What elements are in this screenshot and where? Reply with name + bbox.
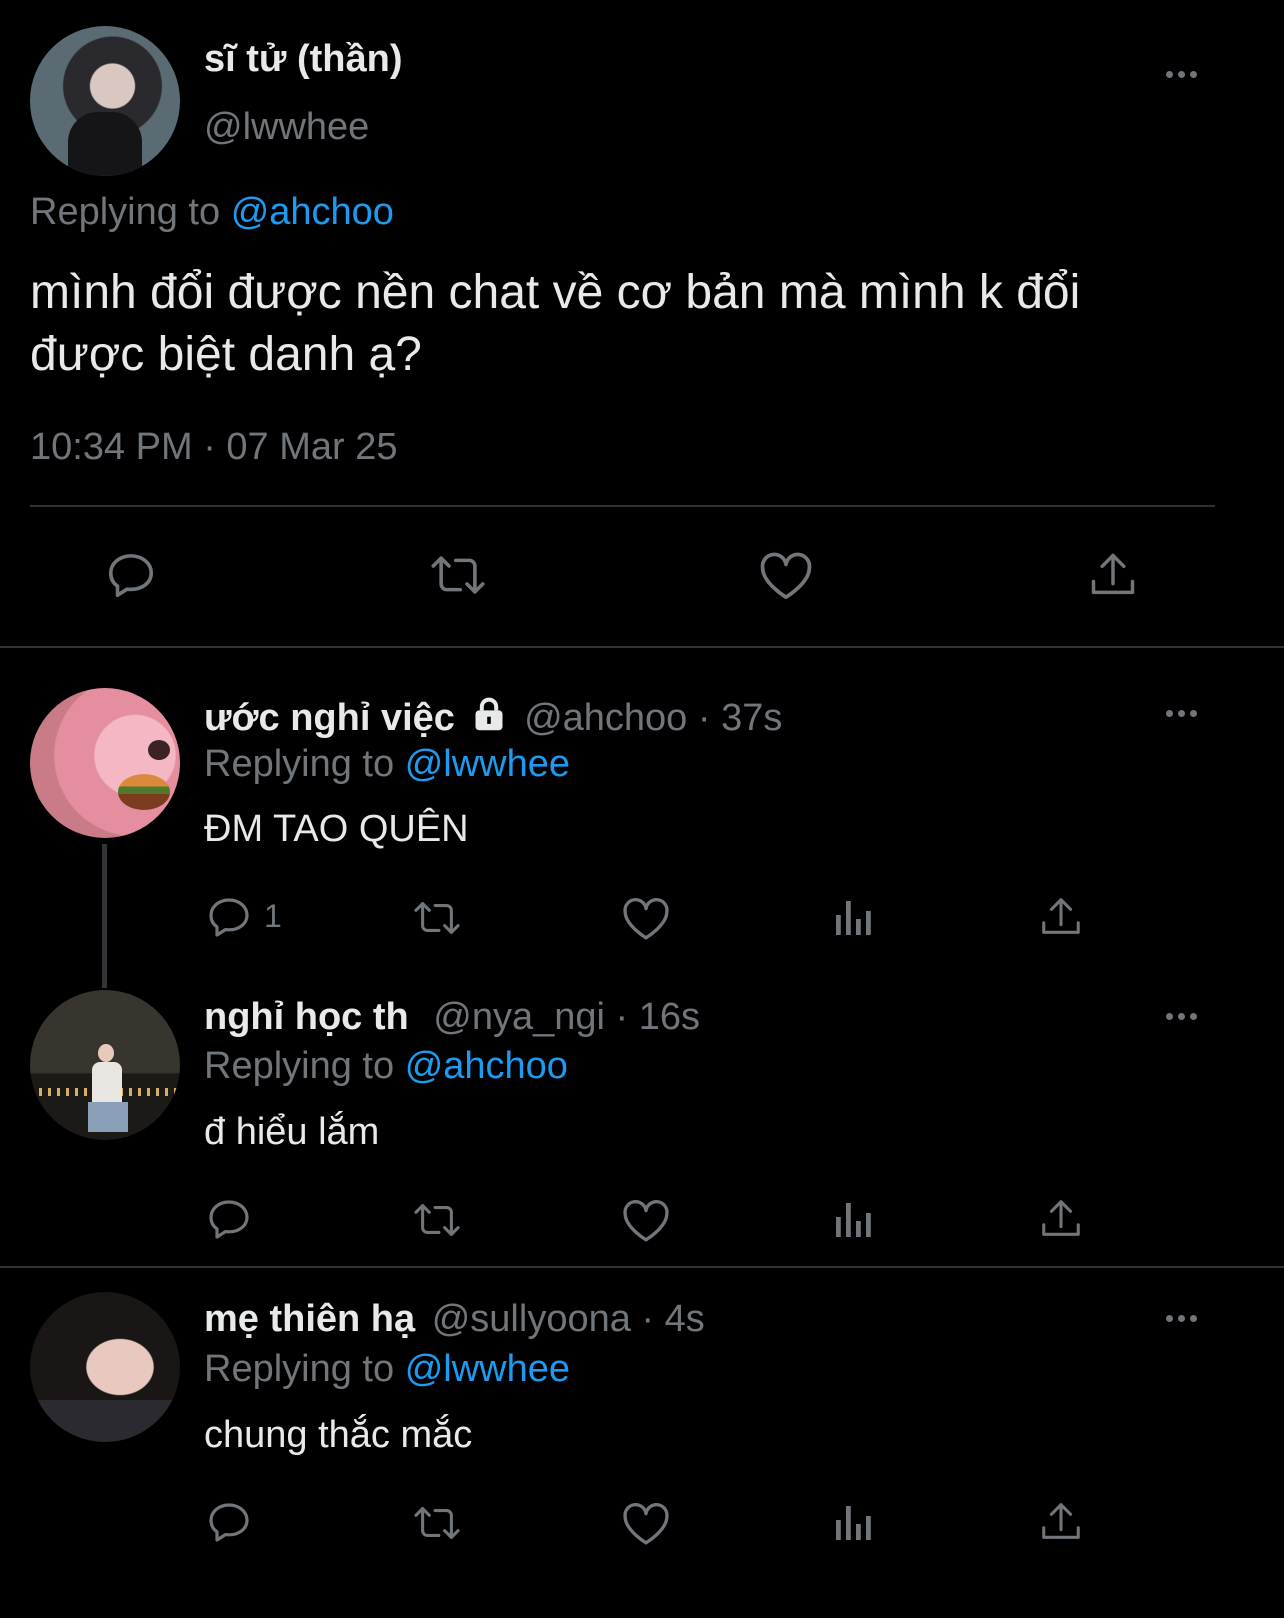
separator: · [697, 697, 711, 739]
separator: · [641, 1298, 655, 1340]
section-divider [0, 646, 1284, 648]
avatar[interactable] [30, 990, 180, 1140]
replying-label: Replying to [204, 1045, 395, 1087]
handle[interactable]: @sullyoona [432, 1298, 631, 1340]
replying-to-line: Replying to @lwwhee [204, 743, 570, 786]
replying-to-line: Replying to @ahchoo [204, 1045, 568, 1088]
share-icon[interactable] [1087, 548, 1139, 602]
reply-text: chung thắc mắc [204, 1414, 473, 1456]
reply-icon[interactable] [205, 1498, 253, 1546]
replying-to-link[interactable]: @ahchoo [231, 191, 394, 233]
time[interactable]: 16s [639, 996, 700, 1038]
retweet-icon[interactable] [410, 895, 464, 941]
reply-text: đ hiểu lắm [204, 1111, 380, 1153]
more-icon[interactable] [1166, 1315, 1197, 1322]
reply-text: ĐM TAO QUÊN [204, 808, 469, 850]
avatar[interactable] [30, 688, 180, 838]
thread-line [102, 844, 107, 988]
time[interactable]: 37s [721, 697, 782, 739]
retweet-icon[interactable] [410, 1500, 464, 1546]
replying-to-line: Replying to @ahchoo [30, 191, 394, 234]
handle[interactable]: @ahchoo [524, 697, 687, 739]
display-name[interactable]: mẹ thiên hạ [204, 1298, 415, 1340]
reply-icon[interactable] [205, 1195, 253, 1243]
tweet-text: mình đổi được nền chat về cơ bản mà mình… [30, 262, 1080, 386]
time[interactable]: 4s [665, 1298, 705, 1340]
like-icon[interactable] [621, 1197, 671, 1243]
share-icon[interactable] [1038, 1498, 1084, 1546]
reply-header: ước nghỉ việc @ahchoo · 37s [204, 696, 782, 742]
views-icon[interactable] [832, 1197, 876, 1241]
replying-to-link[interactable]: @lwwhee [405, 1348, 570, 1390]
like-icon[interactable] [621, 895, 671, 941]
views-icon[interactable] [832, 895, 876, 939]
display-name[interactable]: nghỉ học th [204, 996, 409, 1038]
handle[interactable]: @lwwhee [204, 106, 369, 149]
reply-icon[interactable] [104, 548, 158, 602]
display-name[interactable]: sĩ tử (thần) [204, 38, 403, 81]
timestamp[interactable]: 10:34 PM · 07 Mar 25 [30, 426, 398, 469]
like-icon[interactable] [621, 1500, 671, 1546]
divider [30, 505, 1215, 507]
replying-to-line: Replying to @lwwhee [204, 1348, 570, 1391]
handle[interactable]: @nya_ngi [433, 996, 605, 1038]
retweet-icon[interactable] [410, 1197, 464, 1243]
replying-label: Replying to [204, 1348, 395, 1390]
reply-icon[interactable] [205, 893, 253, 941]
tweet-text-line: được biệt danh ạ? [30, 328, 422, 381]
more-icon[interactable] [1166, 1013, 1197, 1020]
tweet-text-line: mình đổi được nền chat về cơ bản mà mình… [30, 266, 1081, 319]
share-icon[interactable] [1038, 1195, 1084, 1243]
like-icon[interactable] [758, 549, 814, 601]
views-icon[interactable] [832, 1500, 876, 1544]
replying-label: Replying to [30, 191, 221, 233]
section-divider [0, 1266, 1284, 1268]
replying-to-link[interactable]: @ahchoo [405, 1045, 568, 1087]
share-icon[interactable] [1038, 893, 1084, 941]
avatar[interactable] [30, 26, 180, 176]
more-icon[interactable] [1166, 710, 1197, 717]
replying-to-link[interactable]: @lwwhee [405, 743, 570, 785]
avatar[interactable] [30, 1292, 180, 1442]
more-icon[interactable] [1166, 71, 1197, 78]
reply-header: nghỉ học th @nya_ngi · 16s [204, 996, 700, 1039]
reply-count: 1 [264, 898, 282, 934]
replying-label: Replying to [204, 743, 395, 785]
retweet-icon[interactable] [428, 548, 488, 602]
separator: · [615, 996, 629, 1038]
display-name[interactable]: ước nghỉ việc [204, 697, 455, 739]
lock-icon [470, 696, 508, 742]
reply-header: mẹ thiên hạ @sullyoona · 4s [204, 1298, 705, 1341]
